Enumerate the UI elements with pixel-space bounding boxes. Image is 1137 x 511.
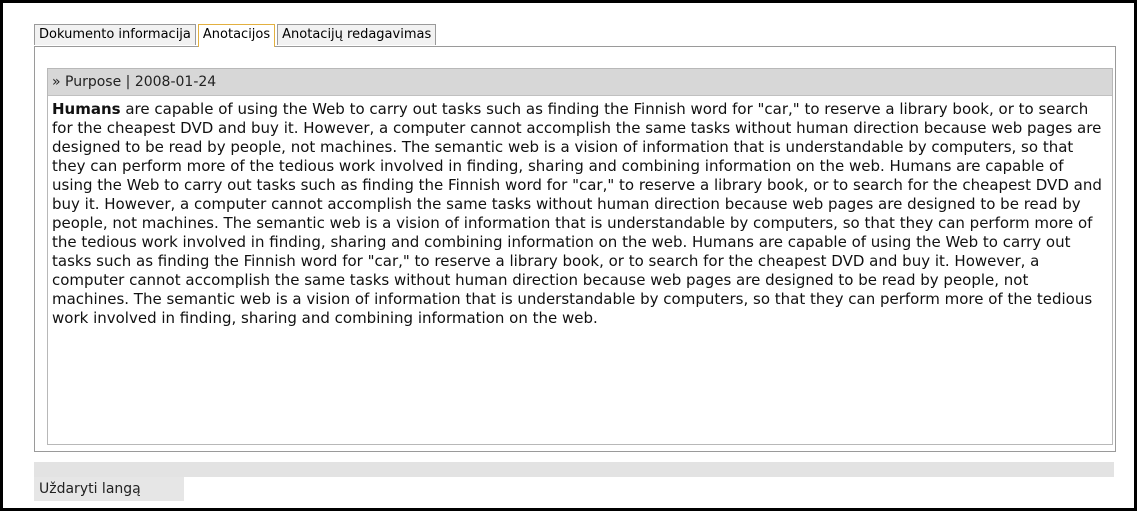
tab-document-info[interactable]: Dokumento informacija bbox=[34, 24, 196, 45]
annotation-text: are capable of using the Web to carry ou… bbox=[52, 100, 1102, 327]
window-frame: Dokumento informacija Anotacijos Anotaci… bbox=[0, 0, 1137, 511]
tab-annotations[interactable]: Anotacijos bbox=[197, 24, 276, 47]
annotation-header: » Purpose | 2008-01-24 bbox=[48, 69, 1112, 96]
annotation-box: » Purpose | 2008-01-24 Humans are capabl… bbox=[47, 68, 1113, 445]
footer-bar bbox=[34, 462, 1114, 477]
tab-bar: Dokumento informacija Anotacijos Anotaci… bbox=[34, 24, 438, 47]
annotation-lead-word: Humans bbox=[52, 100, 121, 118]
tab-panel: » Purpose | 2008-01-24 Humans are capabl… bbox=[34, 46, 1116, 452]
close-window-button[interactable]: Uždaryti langą bbox=[34, 477, 184, 501]
annotation-body: Humans are capable of using the Web to c… bbox=[48, 96, 1112, 328]
tab-annotation-editing[interactable]: Anotacijų redagavimas bbox=[277, 24, 437, 45]
